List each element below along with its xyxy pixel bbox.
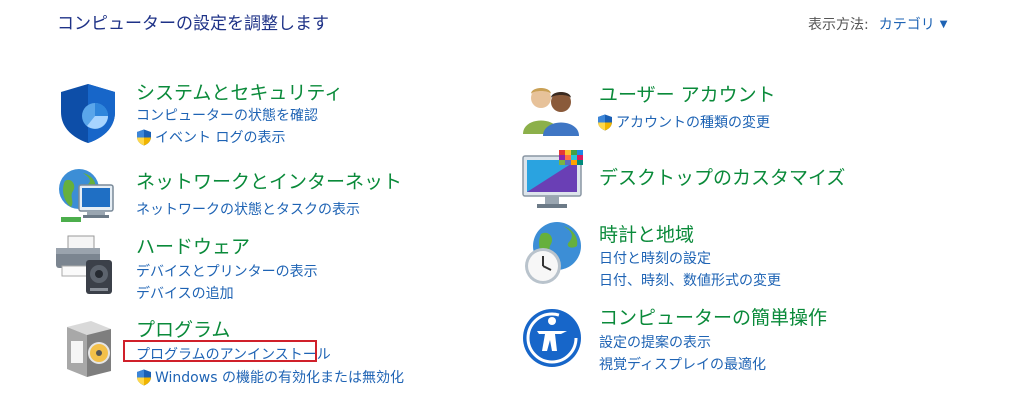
link-label: 設定の提案の表示 (599, 335, 711, 351)
link-label: Windows の機能の有効化または無効化 (155, 370, 404, 386)
category-hardware: ハードウェア デバイスとプリンターの表示 デバイスの追加 (56, 232, 457, 303)
category-appearance: デスクトップのカスタマイズ (521, 150, 941, 214)
programs-title[interactable]: プログラム (136, 315, 230, 342)
link-label: ネットワークの状態とタスクの表示 (136, 202, 360, 218)
link-label: デバイスの追加 (136, 286, 234, 302)
link-label: 視覚ディスプレイの最適化 (599, 357, 767, 373)
network-title[interactable]: ネットワークとインターネット (136, 167, 402, 194)
category-network: ネットワークとインターネット ネットワークの状態とタスクの表示 (57, 167, 457, 227)
appearance-title[interactable]: デスクトップのカスタマイズ (599, 163, 845, 190)
change-formats-link[interactable]: 日付、時刻、数値形式の変更 (599, 270, 781, 290)
link-label: イベント ログの表示 (155, 130, 286, 146)
uac-shield-icon (597, 114, 613, 131)
link-label: コンピューターの状態を確認 (136, 108, 318, 124)
view-by-dropdown[interactable]: カテゴリ ▼ (879, 14, 948, 34)
page-title: コンピューターの設定を調整します (57, 14, 329, 34)
category-system-security: システムとセキュリティ コンピューターの状態を確認 イベント ログの表示 (57, 78, 457, 148)
set-date-time-link[interactable]: 日付と時刻の設定 (599, 248, 711, 268)
clock-region-title[interactable]: 時計と地域 (599, 220, 694, 247)
link-label: 日付、時刻、数値形式の変更 (599, 273, 781, 289)
clock-globe-icon (525, 222, 581, 284)
view-event-logs-link[interactable]: イベント ログの表示 (136, 127, 285, 147)
change-account-type-link[interactable]: アカウントの種類の変更 (597, 112, 770, 132)
windows-features-link[interactable]: Windows の機能の有効化または無効化 (136, 367, 404, 387)
printer-icon (56, 235, 112, 294)
view-by: 表示方法: カテゴリ ▼ (808, 14, 947, 34)
ease-of-access-title[interactable]: コンピューターの簡単操作 (599, 303, 827, 330)
link-label: プログラムのアンインストール (136, 347, 331, 363)
get-recommendations-link[interactable]: 設定の提案の表示 (599, 332, 711, 352)
view-by-label: 表示方法: (808, 17, 869, 33)
network-status-link[interactable]: ネットワークの状態とタスクの表示 (136, 199, 360, 219)
add-device-link[interactable]: デバイスの追加 (136, 283, 234, 303)
security-shield-icon (61, 84, 115, 143)
view-by-value: カテゴリ (878, 17, 935, 33)
link-label: 日付と時刻の設定 (599, 251, 711, 267)
category-clock-region: 時計と地域 日付と時刻の設定 日付、時刻、数値形式の変更 (521, 220, 941, 290)
user-accounts-icon (523, 88, 579, 136)
link-label: アカウントの種類の変更 (616, 115, 770, 131)
network-globe-icon (59, 169, 114, 222)
hardware-title[interactable]: ハードウェア (136, 232, 250, 259)
uninstall-program-link[interactable]: プログラムのアンインストール (136, 344, 331, 364)
uac-shield-icon (136, 369, 152, 386)
category-programs: プログラム プログラムのアンインストール Windows の機能の有効化または無… (57, 315, 457, 390)
optimize-visual-display-link[interactable]: 視覚ディスプレイの最適化 (599, 354, 766, 374)
check-computer-status-link[interactable]: コンピューターの状態を確認 (136, 105, 318, 125)
user-accounts-title[interactable]: ユーザー アカウント (599, 80, 776, 107)
desktop-personalize-icon (522, 150, 583, 208)
ease-of-access-icon (523, 309, 581, 367)
category-ease-of-access: コンピューターの簡単操作 設定の提案の表示 視覚ディスプレイの最適化 (521, 303, 941, 373)
system-security-title[interactable]: システムとセキュリティ (136, 78, 343, 105)
view-devices-printers-link[interactable]: デバイスとプリンターの表示 (136, 261, 318, 281)
chevron-down-icon: ▼ (939, 18, 948, 30)
link-label: デバイスとプリンターの表示 (136, 264, 318, 280)
category-user-accounts: ユーザー アカウント アカウントの種類の変更 (521, 80, 941, 140)
programs-box-icon (67, 321, 111, 377)
uac-shield-icon (136, 129, 152, 146)
